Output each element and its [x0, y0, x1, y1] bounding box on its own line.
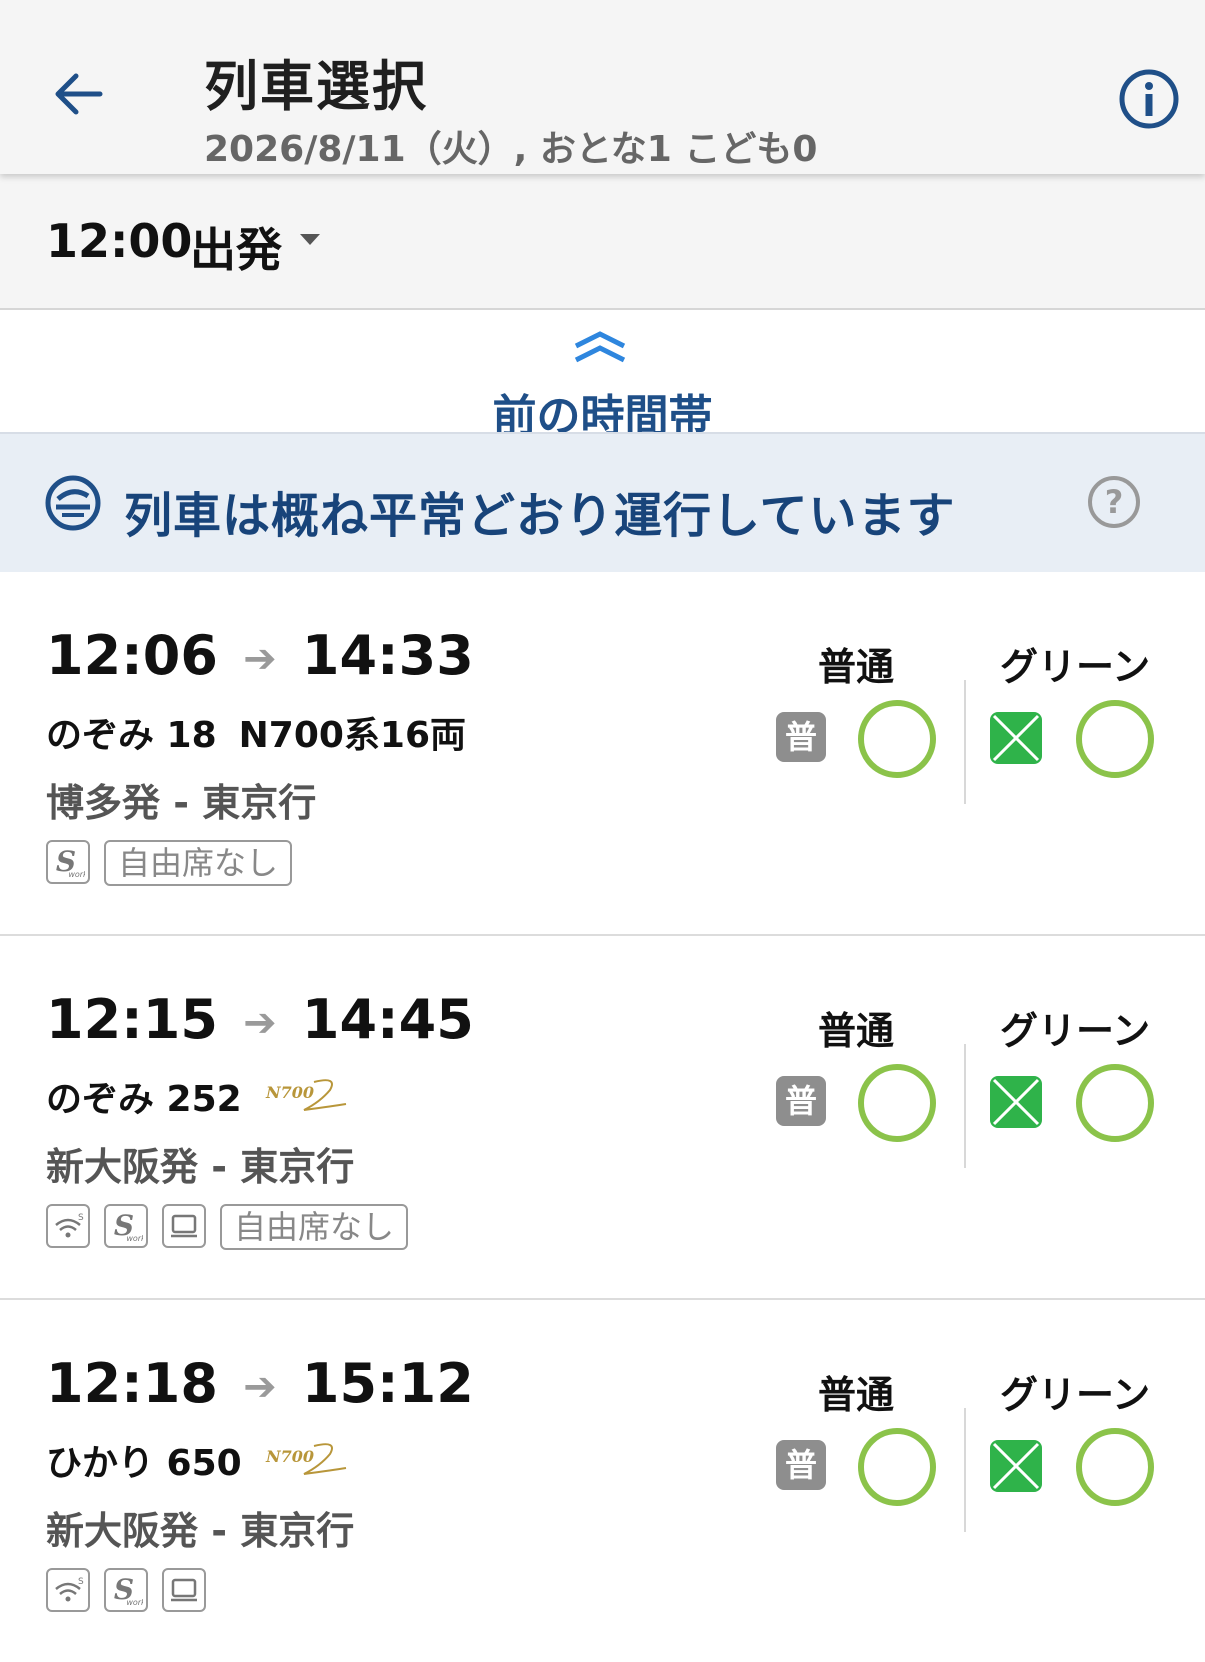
train-name-line: ひかり 650 N700: [46, 1434, 348, 1486]
train-name: のぞみ 252: [46, 1079, 242, 1120]
s-work-icon: Swork: [104, 1204, 148, 1248]
svg-text:S: S: [78, 1213, 84, 1223]
green-car-icon: [990, 1076, 1042, 1128]
caret-down-icon: [300, 234, 320, 245]
train-times: 12:15 ➔ 14:45: [46, 988, 474, 1051]
departure-time: 12:06: [46, 624, 218, 687]
search-conditions: 2026/8/11（火）, おとな1 こども0: [204, 129, 818, 170]
svg-text:S: S: [78, 1577, 84, 1587]
train-name-line: のぞみ 18 N700系16両: [46, 706, 466, 758]
normal-car-header: 普通: [818, 1009, 895, 1053]
app-bar: 列車選択 2026/8/11（火）, おとな1 こども0: [0, 0, 1205, 174]
train-row[interactable]: 12:06 ➔ 14:33 のぞみ 18 N700系16両 博多発 - 東京行 Sw…: [0, 572, 1205, 936]
normal-car-header: 普通: [818, 645, 895, 689]
train-name: のぞみ 18: [46, 715, 217, 756]
ordinary-car-icon: 普: [776, 1076, 826, 1126]
arrow-right-icon: ➔: [243, 636, 277, 683]
svg-text:N700: N700: [265, 1447, 314, 1466]
s-work-icon: Swork: [46, 840, 90, 884]
green-seat-available[interactable]: [1076, 1428, 1154, 1506]
departure-time: 12:15: [46, 988, 218, 1051]
train-type: N700系16両: [238, 715, 467, 756]
train-times: 12:18 ➔ 15:12: [46, 1352, 474, 1415]
ordinary-car-icon: 普: [776, 712, 826, 762]
info-button[interactable]: [1118, 68, 1180, 130]
normal-seat-available[interactable]: [858, 700, 936, 778]
outlet-icon: [162, 1204, 206, 1248]
green-car-header: グリーン: [1000, 1009, 1151, 1053]
no-unreserved-badge: 自由席なし: [104, 840, 293, 886]
railway-logo-icon: [45, 475, 101, 531]
back-arrow-icon: [55, 73, 103, 115]
departure-time: 12:18: [46, 1352, 218, 1415]
train-row[interactable]: 12:18 ➔ 15:12 ひかり 650 N700 新大阪発 - 東京行 S Sw…: [0, 1300, 1205, 1662]
train-badges: S Swork: [46, 1568, 206, 1612]
column-divider: [964, 1408, 966, 1532]
svg-text:work: work: [126, 1598, 143, 1607]
normal-car-header: 普通: [818, 1373, 895, 1417]
normal-seat-available[interactable]: [858, 1064, 936, 1142]
train-badges: Swork 自由席なし: [46, 840, 293, 886]
train-name-line: のぞみ 252 N700: [46, 1070, 348, 1122]
service-status-banner[interactable]: 列車は概ね平常どおり運行しています ?: [0, 432, 1205, 574]
svg-text:work: work: [68, 870, 85, 879]
arrival-time: 15:12: [301, 1352, 474, 1415]
column-divider: [964, 1044, 966, 1168]
service-status-text: 列車は概ね平常どおり運行しています: [124, 488, 956, 544]
time-mode: 出発: [190, 223, 282, 277]
green-seat-available[interactable]: [1076, 1064, 1154, 1142]
normal-seat-available[interactable]: [858, 1428, 936, 1506]
green-seat-available[interactable]: [1076, 700, 1154, 778]
green-car-header: グリーン: [1000, 1373, 1151, 1417]
train-route: 新大阪発 - 東京行: [46, 1509, 355, 1553]
n700s-logo: N700: [265, 1443, 346, 1475]
no-unreserved-badge: 自由席なし: [220, 1204, 409, 1250]
column-divider: [964, 680, 966, 804]
outlet-icon: [162, 1568, 206, 1612]
page-title: 列車選択: [204, 55, 428, 118]
train-badges: S Swork 自由席なし: [46, 1204, 409, 1250]
green-car-icon: [990, 1440, 1042, 1492]
info-icon: [1119, 69, 1179, 129]
arrival-time: 14:45: [301, 988, 474, 1051]
svg-text:work: work: [126, 1234, 143, 1243]
svg-text:?: ?: [1105, 483, 1124, 521]
s-work-icon: Swork: [104, 1568, 148, 1612]
wifi-icon: S: [46, 1568, 90, 1612]
previous-period-button[interactable]: 前の時間帯: [0, 310, 1205, 442]
train-times: 12:06 ➔ 14:33: [46, 624, 474, 687]
train-route: 新大阪発 - 東京行: [46, 1145, 355, 1189]
arrival-time: 14:33: [301, 624, 474, 687]
n700s-logo: N700: [265, 1079, 346, 1111]
departure-time: 12:00: [46, 214, 193, 268]
back-button[interactable]: [50, 66, 106, 122]
green-car-icon: [990, 712, 1042, 764]
train-name: ひかり 650: [46, 1443, 242, 1484]
svg-text:N700: N700: [265, 1083, 314, 1102]
double-chevron-up-icon: [574, 331, 626, 363]
help-icon[interactable]: ?: [1086, 474, 1142, 530]
arrow-right-icon: ➔: [243, 1000, 277, 1047]
departure-time-selector[interactable]: 12:00 出発: [0, 174, 1205, 311]
train-route: 博多発 - 東京行: [46, 781, 317, 825]
wifi-icon: S: [46, 1204, 90, 1248]
green-car-header: グリーン: [1000, 645, 1151, 689]
train-row[interactable]: 12:15 ➔ 14:45 のぞみ 252 N700 新大阪発 - 東京行 S Sw…: [0, 936, 1205, 1300]
arrow-right-icon: ➔: [243, 1364, 277, 1411]
ordinary-car-icon: 普: [776, 1440, 826, 1490]
